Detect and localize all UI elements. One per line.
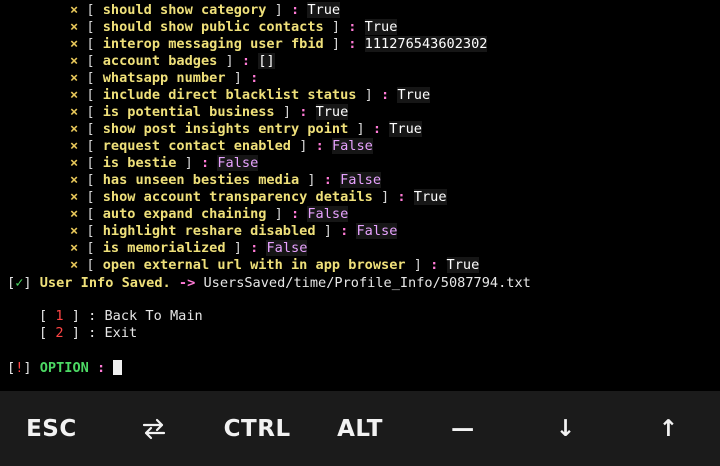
- property-line: × [ interop messaging user fbid ] : 1112…: [70, 36, 488, 52]
- cross-icon: ×: [70, 87, 79, 103]
- property-value: False: [217, 155, 259, 171]
- alt-key-label: ALT: [337, 415, 383, 442]
- cross-icon: ×: [70, 172, 79, 188]
- property-line: × [ show post insights entry point ] : T…: [70, 121, 422, 137]
- property-value: False: [340, 172, 382, 188]
- cross-icon: ×: [70, 2, 79, 18]
- cross-icon: ×: [70, 206, 79, 222]
- property-key: should show category: [102, 2, 267, 18]
- property-value: True: [315, 104, 349, 120]
- property-value: 111276543602302: [364, 36, 488, 52]
- property-line: × [ should show category ] : True: [70, 2, 341, 18]
- ctrl-key-label: CTRL: [223, 415, 291, 442]
- property-key: is potential business: [102, 104, 275, 120]
- property-line: × [ open external url with in app browse…: [70, 257, 480, 273]
- arrow-up-icon: ↑: [658, 415, 679, 442]
- prompt-label: OPTION: [39, 360, 89, 376]
- property-value: True: [397, 87, 431, 103]
- menu-option-number: 1: [55, 308, 64, 324]
- property-value: []: [258, 53, 275, 69]
- property-line: × [ show account transparency details ] …: [70, 189, 447, 205]
- property-key: highlight reshare disabled: [102, 223, 316, 239]
- cross-icon: ×: [70, 189, 79, 205]
- cross-icon: ×: [70, 70, 79, 86]
- property-key: open external url with in app browser: [102, 257, 406, 273]
- property-key: request contact enabled: [102, 138, 291, 154]
- arrow-icon: ->: [178, 275, 196, 291]
- arrow-down-icon: ↓: [555, 415, 576, 442]
- esc-key[interactable]: ESC: [0, 391, 103, 466]
- property-value: False: [266, 240, 308, 256]
- cross-icon: ×: [70, 36, 79, 52]
- property-key: show account transparency details: [102, 189, 373, 205]
- property-key: include direct blacklist status: [102, 87, 357, 103]
- property-line: × [ is memorialized ] : False: [70, 240, 308, 256]
- property-key: should show public contacts: [102, 19, 324, 35]
- property-value: True: [307, 2, 341, 18]
- menu-option-label: Exit: [104, 325, 138, 341]
- menu-option-exit: [ 2 ] : Exit: [39, 325, 138, 341]
- terminal-output[interactable]: × [ should show category ] : True × [ sh…: [0, 0, 720, 391]
- cross-icon: ×: [70, 257, 79, 273]
- property-line: × [ should show public contacts ] : True: [70, 19, 398, 35]
- property-key: is memorialized: [102, 240, 226, 256]
- alt-key[interactable]: ALT: [309, 391, 412, 466]
- property-value: True: [413, 189, 447, 205]
- cross-icon: ×: [70, 155, 79, 171]
- property-key: whatsapp number: [102, 70, 226, 86]
- cross-icon: ×: [70, 121, 79, 137]
- property-value: False: [331, 138, 373, 154]
- menu-option-back: [ 1 ] : Back To Main: [39, 308, 203, 324]
- saved-status-line: [✓] User Info Saved. -> UsersSaved/time/…: [7, 275, 531, 291]
- property-key: account badges: [102, 53, 218, 69]
- cross-icon: ×: [70, 223, 79, 239]
- property-line: × [ include direct blacklist status ] : …: [70, 87, 431, 103]
- property-line: × [ has unseen besties media ] : False: [70, 172, 382, 188]
- down-arrow-key[interactable]: ↓: [514, 391, 617, 466]
- property-key: interop messaging user fbid: [102, 36, 324, 52]
- swap-arrows-icon: [141, 417, 167, 441]
- property-value: True: [446, 257, 480, 273]
- esc-key-label: ESC: [26, 415, 77, 442]
- cross-icon: ×: [70, 240, 79, 256]
- property-value: True: [364, 19, 398, 35]
- property-line: × [ whatsapp number ] :: [70, 70, 259, 86]
- property-key: is bestie: [102, 155, 177, 171]
- property-line: × [ is potential business ] : True: [70, 104, 349, 120]
- property-line: × [ account badges ] : []: [70, 53, 275, 69]
- dash-key-label: —: [451, 415, 475, 442]
- property-line: × [ auto expand chaining ] : False: [70, 206, 349, 222]
- text-cursor[interactable]: [113, 360, 123, 375]
- cross-icon: ×: [70, 138, 79, 154]
- menu-option-number: 2: [55, 325, 64, 341]
- property-key: auto expand chaining: [102, 206, 267, 222]
- cross-icon: ×: [70, 104, 79, 120]
- dash-key[interactable]: —: [411, 391, 514, 466]
- property-line: × [ highlight reshare disabled ] : False: [70, 223, 398, 239]
- property-value: False: [307, 206, 349, 222]
- property-key: show post insights entry point: [102, 121, 349, 137]
- property-value: True: [389, 121, 422, 137]
- saved-path: UsersSaved/time/Profile_Info/5087794.txt: [203, 275, 531, 291]
- ctrl-key[interactable]: CTRL: [206, 391, 309, 466]
- cross-icon: ×: [70, 53, 79, 69]
- up-arrow-key[interactable]: ↑: [617, 391, 720, 466]
- extra-keys-bar: ESC CTRL ALT — ↓ ↑: [0, 391, 720, 466]
- saved-message: User Info Saved.: [39, 275, 171, 291]
- property-line: × [ request contact enabled ] : False: [70, 138, 373, 154]
- menu-option-label: Back To Main: [104, 308, 203, 324]
- property-value: False: [356, 223, 398, 239]
- tab-key[interactable]: [103, 391, 206, 466]
- option-prompt[interactable]: [!] OPTION :: [7, 360, 123, 377]
- cross-icon: ×: [70, 19, 79, 35]
- property-line: × [ is bestie ] : False: [70, 155, 259, 171]
- property-key: has unseen besties media: [102, 172, 300, 188]
